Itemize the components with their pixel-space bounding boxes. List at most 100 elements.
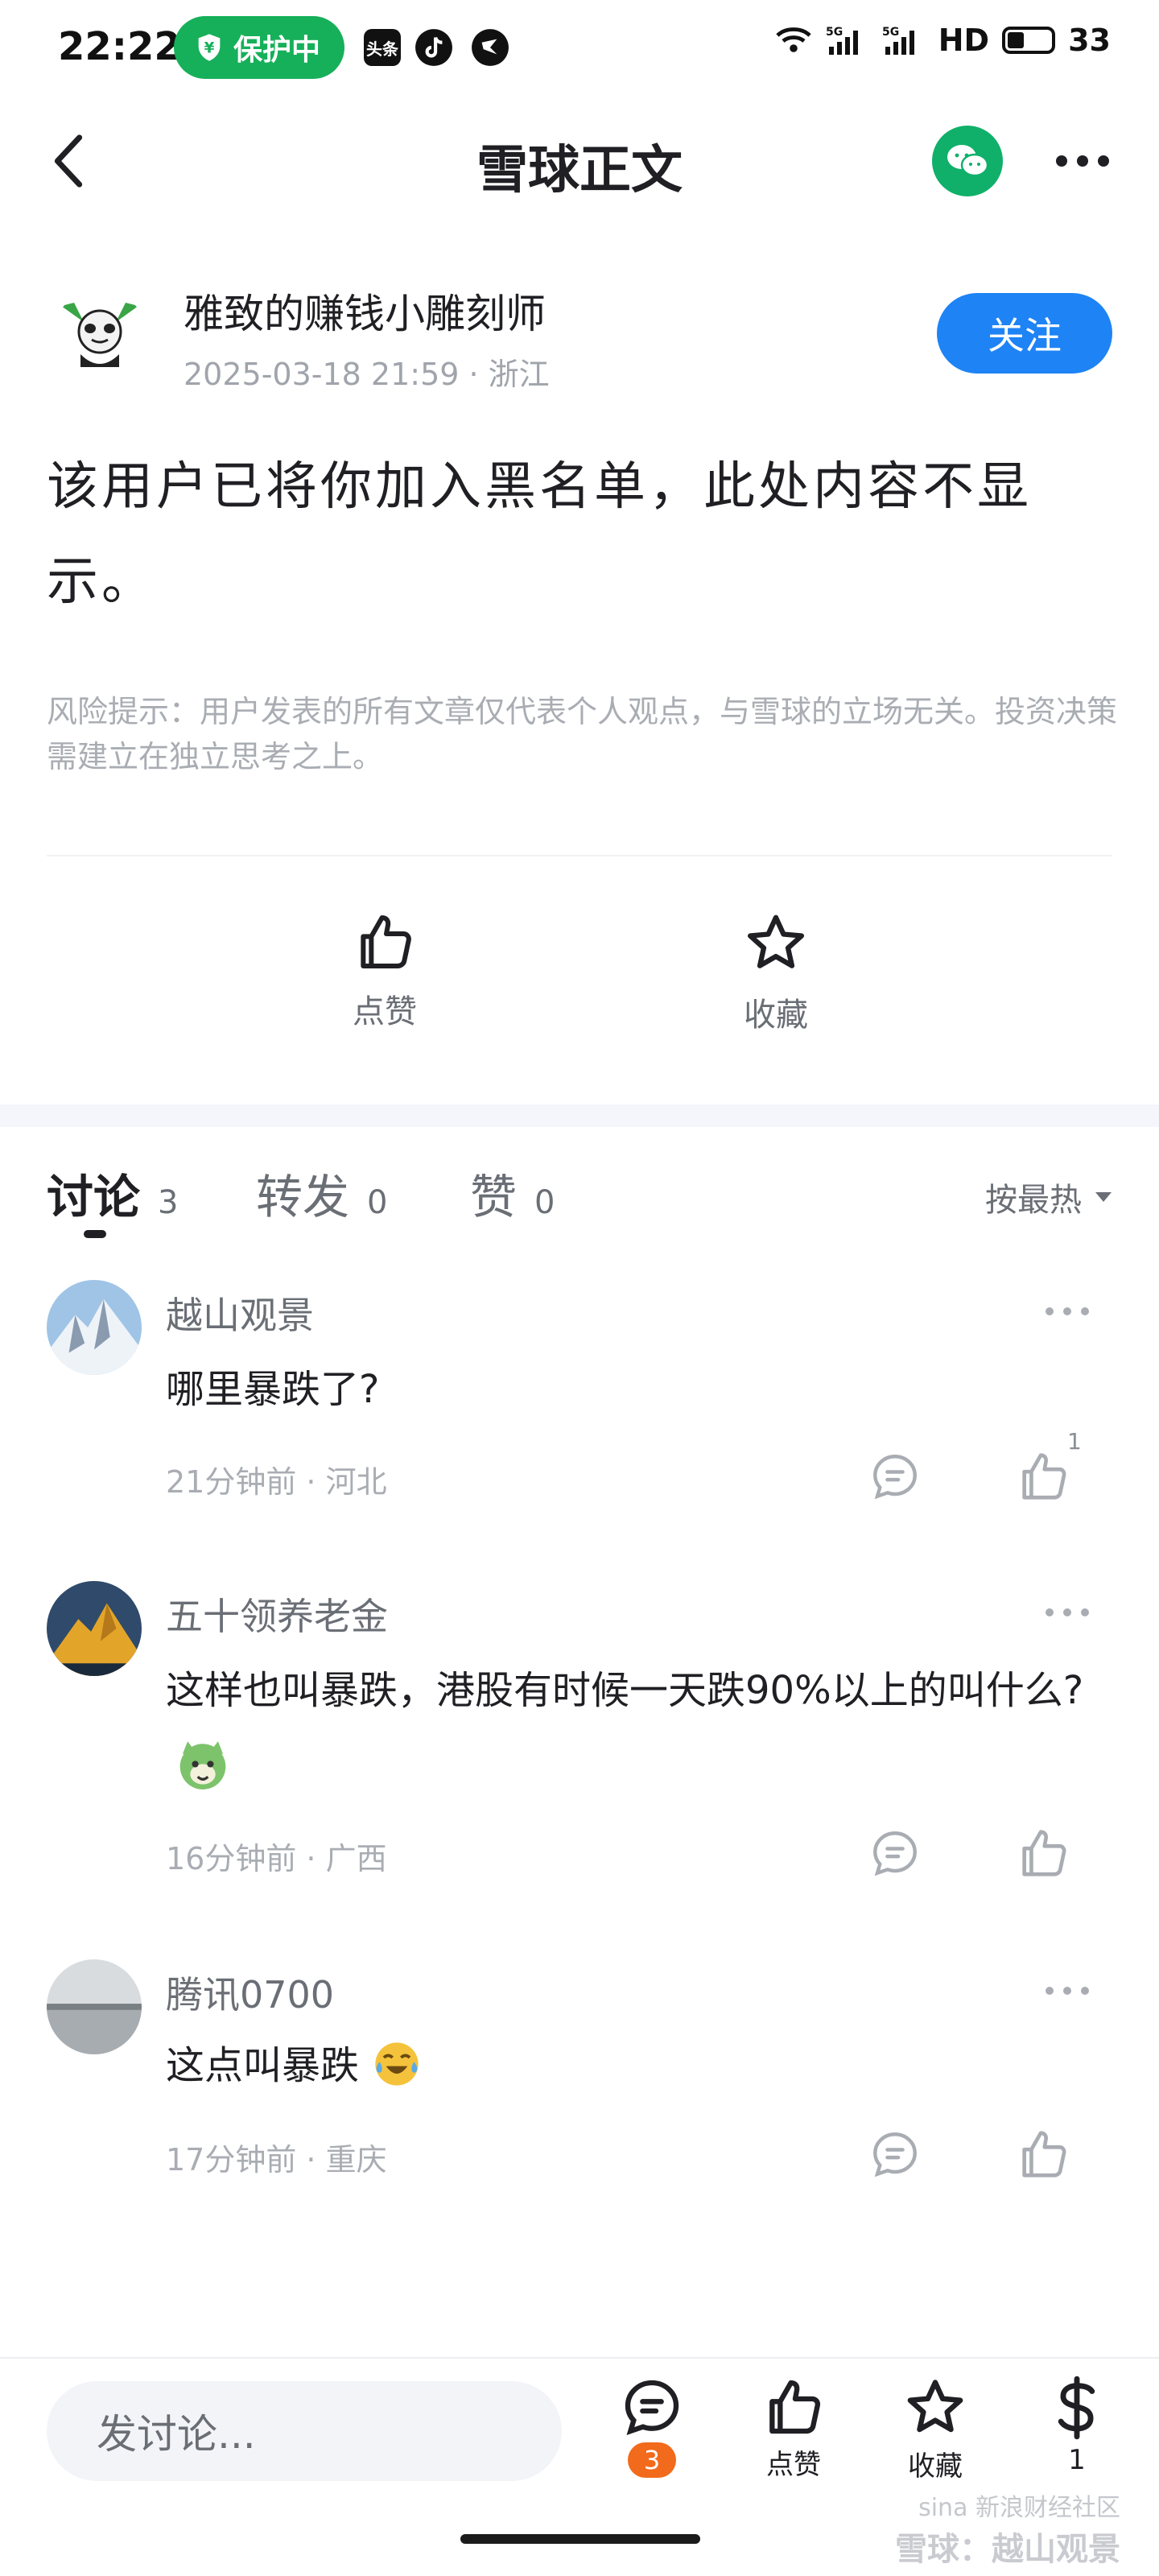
tab-reposts[interactable]: 转发 0 [256,1159,387,1227]
risk-notice: 风险提示：用户发表的所有文章仅代表个人观点，与雪球的立场无关。投资决策需建立在独… [47,694,1118,774]
comment-avatar[interactable] [47,1959,142,2054]
bird-app-icon [470,27,510,71]
battery-icon [1002,27,1056,54]
author-name[interactable]: 雅致的赚钱小雕刻师 [184,282,546,340]
comment-more-button[interactable] [1035,1592,1099,1633]
tab-label: 转发 [256,1170,350,1224]
comment-count-badge: 3 [628,2442,676,2478]
more-options-button[interactable] [1046,137,1119,185]
comment-author[interactable]: 越山观景 [166,1286,314,1340]
follow-button[interactable]: 关注 [937,293,1112,374]
caret-down-icon [1095,1192,1112,1202]
tab-count: 0 [534,1184,555,1221]
comment-avatar[interactable] [47,1581,142,1676]
comment-author[interactable]: 腾讯0700 [166,1966,334,2019]
post-favorite-button[interactable]: 收藏 [695,910,856,1035]
status-bar: 22:22 ¥ 保护中 头条 5G 5G HD 33 [0,0,1159,97]
section-divider [0,1104,1159,1127]
more-horizontal-icon [1046,1307,1089,1315]
post-like-button[interactable]: 点赞 [304,910,465,1032]
signal-5g-icon: 5G [882,26,914,55]
bottom-favorite-button[interactable]: 收藏 [879,2375,992,2483]
tab-likes[interactable]: 赞 0 [470,1159,555,1227]
protection-label: 保护中 [233,34,321,67]
signal-5g-icon: 5G [826,26,858,55]
bottom-bar-divider [0,2357,1159,2359]
comment-avatar[interactable] [47,1280,142,1375]
wechat-icon [947,145,989,177]
home-indicator[interactable] [460,2534,700,2544]
tab-label: 赞 [470,1170,518,1224]
comment-text: 这样也叫暴跌，港股有时候一天跌90%以上的叫什么? [166,1653,1156,1802]
comment-like-count: 1 [1067,1428,1082,1455]
comment-meta: 21分钟前 · 河北 [166,1464,387,1500]
thumbs-up-icon [361,915,411,968]
more-horizontal-icon [1046,1608,1089,1616]
comment-text-content: 这点叫暴跌 [166,2043,360,2088]
comment-like-button[interactable] [1011,2122,1075,2186]
svg-text:5G: 5G [882,26,899,39]
active-tab-indicator [84,1230,106,1238]
comment-text: 哪里暴跌了? [166,1367,380,1412]
tiktok-app-icon [414,27,454,71]
comment-author[interactable]: 五十领养老金 [166,1587,388,1641]
watermark: sina 新浪财经社区 雪球：越山观景 [895,2487,1120,2570]
reward-count: 1 [1068,2444,1086,2476]
divider [47,855,1112,857]
thumbs-up-icon [1022,1830,1066,1876]
status-right-group: 5G 5G HD 33 [774,23,1111,58]
tab-discussion[interactable]: 讨论 3 [47,1159,178,1227]
emoji-cat-icon [179,1741,226,1790]
comment-like-button[interactable] [1011,1821,1075,1885]
bottom-reward-button[interactable]: 1 [1021,2375,1133,2476]
chat-bubble-icon [873,1831,917,1876]
chat-bubble-icon [873,1455,917,1500]
star-icon [907,2380,963,2433]
bottom-favorite-label: 收藏 [908,2450,963,2483]
toutiao-app-icon: 头条 [364,29,401,66]
author-avatar[interactable] [52,290,148,386]
svg-text:5G: 5G [826,26,843,39]
comment-more-button[interactable] [1035,1291,1099,1331]
watermark-line1: sina 新浪财经社区 [918,2494,1120,2522]
tab-count: 0 [367,1184,388,1221]
post-meta: 2025-03-18 21:59 · 浙江 [184,357,550,392]
post-like-label: 点赞 [353,993,417,1030]
status-time: 22:22 [58,24,181,69]
comment-input[interactable]: 发讨论... [47,2381,562,2481]
comment-reply-button[interactable] [863,1444,927,1509]
comment-meta: 17分钟前 · 重庆 [166,2142,387,2178]
network-label: HD [938,23,990,58]
tab-label: 讨论 [47,1170,141,1224]
thumbs-up-icon [1022,2131,1066,2178]
post-favorite-label: 收藏 [744,997,808,1034]
comment-reply-button[interactable] [863,1821,927,1885]
chat-bubble-icon [873,2132,917,2178]
post-content: 该用户已将你加入黑名单，此处内容不显示。 [47,457,1032,612]
watermark-line2: 雪球：越山观景 [895,2531,1120,2568]
comment-text: 这点叫暴跌 [166,2029,1156,2103]
comment-meta: 16分钟前 · 广西 [166,1841,387,1876]
comment-text-content: 这样也叫暴跌，港股有时候一天跌90%以上的叫什么? [166,1668,1084,1713]
wechat-share-button[interactable] [932,126,1003,196]
battery-level: 33 [1068,23,1111,58]
wifi-icon [776,27,811,52]
thumbs-up-icon [769,2380,821,2434]
thumbs-up-icon [1022,1453,1066,1500]
sort-label: 按最热 [985,1182,1082,1219]
chat-bubble-icon [625,2380,679,2435]
bottom-like-button[interactable]: 点赞 [737,2375,850,2482]
sort-dropdown[interactable]: 按最热 [985,1174,1112,1220]
bottom-like-label: 点赞 [766,2449,821,2481]
emoji-laugh-cry-icon [375,2042,419,2086]
comment-like-button[interactable] [1011,1444,1075,1509]
dollar-icon [1058,2376,1095,2440]
shield-icon: ¥ [198,34,221,61]
more-horizontal-icon [1046,1987,1089,1995]
tab-count: 3 [158,1184,179,1221]
comment-reply-button[interactable] [863,2122,927,2186]
comment-more-button[interactable] [1035,1971,1099,2011]
protection-status-pill: ¥ 保护中 [174,16,345,79]
svg-text:¥: ¥ [204,40,215,57]
bottom-comments-button[interactable]: 3 [596,2375,708,2478]
